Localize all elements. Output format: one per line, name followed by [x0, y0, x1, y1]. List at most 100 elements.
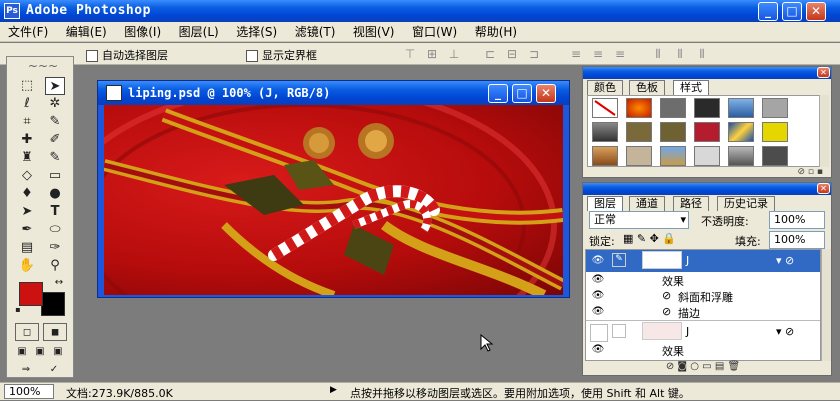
style-none-swatch[interactable]: [592, 98, 618, 118]
default-colors-icon[interactable]: ▪: [13, 305, 23, 315]
status-arrow-icon[interactable]: ▶: [330, 385, 337, 395]
styles-palette-close-button[interactable]: ✕: [817, 67, 830, 78]
menu-image[interactable]: 图像(I): [116, 22, 167, 42]
jump-to-imageready-icon[interactable]: ⇒: [15, 361, 37, 379]
type-tool-icon[interactable]: T: [45, 203, 65, 221]
style-swatch-6[interactable]: [762, 98, 788, 118]
standard-mode-icon[interactable]: ◻: [15, 323, 39, 341]
shape-tool-icon[interactable]: ⬭: [45, 221, 65, 239]
marquee-tool-icon[interactable]: ⬚: [17, 77, 37, 95]
screen-mode-full-icon[interactable]: ▣: [49, 343, 67, 361]
tab-paths[interactable]: 路径: [673, 196, 709, 211]
dodge-tool-icon[interactable]: ●: [45, 185, 65, 203]
layers-footer-icons[interactable]: ⊘ ◙ ○ ▭ ▤ 🗑: [585, 361, 821, 375]
styles-footer-icons[interactable]: ⊘ ▫ ▪: [733, 167, 823, 177]
show-bounds-option[interactable]: 显示定界框: [246, 47, 317, 63]
gradient-tool-icon[interactable]: ▭: [45, 167, 65, 185]
tab-color[interactable]: 颜色: [587, 80, 623, 95]
eye-icon[interactable]: [590, 324, 608, 342]
effect-stroke-row[interactable]: 👁 ⊘ 描边: [586, 304, 820, 320]
tab-styles[interactable]: 样式: [673, 80, 709, 95]
align-left-icon[interactable]: ⊏: [482, 48, 498, 60]
blur-tool-icon[interactable]: ♦: [17, 185, 37, 203]
healing-brush-tool-icon[interactable]: ✚: [17, 131, 37, 149]
layer-row[interactable]: J ▾ ⊘: [586, 320, 820, 342]
distribute-hcenter-icon[interactable]: ⫴: [672, 48, 688, 60]
imageready-icon[interactable]: ✓: [43, 361, 65, 379]
style-swatch-17[interactable]: [728, 146, 754, 166]
align-right-icon[interactable]: ⊐: [526, 48, 542, 60]
style-swatch-2[interactable]: [626, 98, 652, 118]
layers-palette-close-button[interactable]: ✕: [817, 183, 830, 194]
eye-icon[interactable]: 👁: [590, 253, 606, 269]
style-swatch-9[interactable]: [660, 122, 686, 142]
menu-view[interactable]: 视图(V): [345, 22, 401, 42]
style-swatch-5[interactable]: [728, 98, 754, 118]
layer-effects-icon[interactable]: ▾ ⊘: [776, 254, 794, 267]
style-swatch-12[interactable]: [762, 122, 788, 142]
opacity-input[interactable]: 100%: [769, 211, 825, 229]
tab-swatches[interactable]: 色板: [629, 80, 665, 95]
layers-palette-titlebar[interactable]: ✕: [583, 183, 831, 195]
tab-channels[interactable]: 通道: [629, 196, 665, 211]
menu-window[interactable]: 窗口(W): [404, 22, 463, 42]
hand-tool-icon[interactable]: ✋: [17, 257, 37, 275]
show-bounds-checkbox[interactable]: [246, 50, 258, 62]
effects-row[interactable]: 👁 效果: [586, 272, 820, 288]
style-swatch-14[interactable]: [626, 146, 652, 166]
link-box[interactable]: [612, 324, 626, 338]
doc-close-button[interactable]: ✕: [536, 84, 556, 103]
style-swatch-15[interactable]: [660, 146, 686, 166]
style-swatch-11[interactable]: [728, 122, 754, 142]
style-swatch-8[interactable]: [626, 122, 652, 142]
auto-select-checkbox[interactable]: [86, 50, 98, 62]
lock-icons[interactable]: ▦ ✎ ✥ 🔒: [623, 232, 676, 245]
close-button[interactable]: ✕: [806, 2, 826, 21]
layers-scrollbar[interactable]: [821, 249, 831, 361]
fill-input[interactable]: 100%: [769, 231, 825, 249]
crop-tool-icon[interactable]: ⌗: [17, 113, 37, 131]
layer-row-selected[interactable]: 👁 ✎ J ▾ ⊘: [586, 250, 820, 272]
distribute-right-icon[interactable]: ⫴: [694, 48, 710, 60]
magic-wand-tool-icon[interactable]: ✲: [45, 95, 65, 113]
slice-tool-icon[interactable]: ✎: [45, 113, 65, 131]
move-tool-icon[interactable]: ➤: [45, 77, 65, 95]
style-swatch-4[interactable]: [694, 98, 720, 118]
menu-help[interactable]: 帮助(H): [467, 22, 523, 42]
style-swatch-16[interactable]: [694, 146, 720, 166]
brush-tool-icon[interactable]: ✐: [45, 131, 65, 149]
clone-stamp-tool-icon[interactable]: ♜: [17, 149, 37, 167]
distribute-vcenter-icon[interactable]: ≡: [590, 48, 606, 60]
style-swatch-3[interactable]: [660, 98, 686, 118]
eye-icon[interactable]: 👁: [590, 272, 606, 288]
eye-icon[interactable]: 👁: [590, 342, 606, 358]
notes-tool-icon[interactable]: ▤: [17, 239, 37, 257]
eye-icon[interactable]: 👁: [590, 304, 606, 320]
menu-layer[interactable]: 图层(L): [171, 22, 225, 42]
foreground-color-swatch[interactable]: [19, 282, 43, 306]
menu-file[interactable]: 文件(F): [0, 22, 54, 42]
history-brush-tool-icon[interactable]: ✎: [45, 149, 65, 167]
path-selection-tool-icon[interactable]: ➤: [17, 203, 37, 221]
doc-minimize-button[interactable]: _: [488, 84, 508, 103]
align-bottom-icon[interactable]: ⊥: [446, 48, 462, 60]
menu-select[interactable]: 选择(S): [228, 22, 283, 42]
zoom-field[interactable]: 100%: [4, 384, 54, 399]
zoom-tool-icon[interactable]: ⚲: [45, 257, 65, 275]
background-color-swatch[interactable]: [41, 292, 65, 316]
distribute-left-icon[interactable]: ⫴: [650, 48, 666, 60]
minimize-button[interactable]: _: [758, 2, 778, 21]
align-vcenter-icon[interactable]: ⊞: [424, 48, 440, 60]
distribute-top-icon[interactable]: ≡: [568, 48, 584, 60]
effects-row-2[interactable]: 👁 效果: [586, 342, 820, 358]
eraser-tool-icon[interactable]: ◇: [17, 167, 37, 185]
screen-mode-standard-icon[interactable]: ▣: [13, 343, 31, 361]
eyedropper-tool-icon[interactable]: ✑: [45, 239, 65, 257]
quick-mask-mode-icon[interactable]: ◼: [43, 323, 67, 341]
style-swatch-18[interactable]: [762, 146, 788, 166]
eye-icon[interactable]: 👁: [590, 288, 606, 304]
styles-scrollbar[interactable]: [819, 95, 829, 167]
lasso-tool-icon[interactable]: ℓ: [17, 95, 37, 113]
maximize-button[interactable]: □: [782, 2, 802, 21]
doc-maximize-button[interactable]: □: [512, 84, 532, 103]
